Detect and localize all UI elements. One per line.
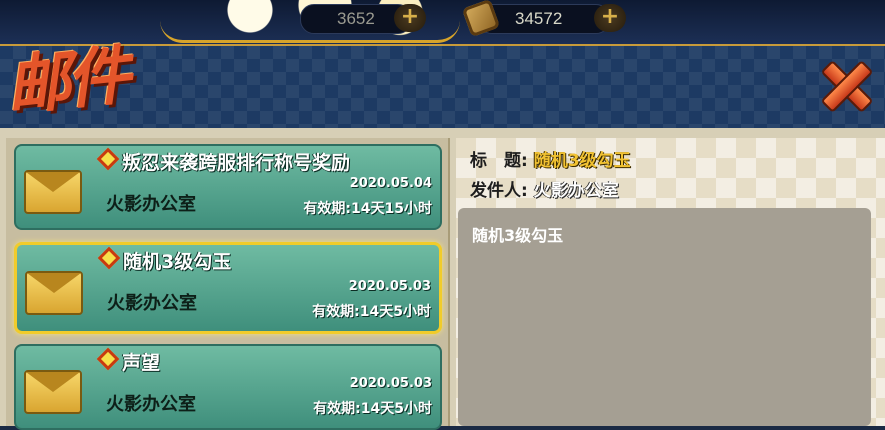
mail-item[interactable]: 声望 火影办公室 2020.05.03 有效期:14天5小时 — [14, 344, 442, 430]
mail-item-title: 声望 — [96, 347, 160, 375]
diamond-icon — [96, 347, 120, 371]
currency-2-add-button[interactable]: + — [594, 4, 626, 32]
detail-title-row: 标 题: 随机3级勾玉 — [470, 146, 631, 171]
detail-sender-value: 火影办公室 — [533, 181, 619, 201]
currency-2-value: 34572 — [515, 9, 563, 28]
mail-item-expiry: 有效期:14天15小时 — [303, 201, 432, 217]
mail-item[interactable]: 叛忍来袭跨服排行称号奖励 火影办公室 2020.05.04 有效期:14天15小… — [14, 144, 442, 230]
mail-item-date: 2020.05.03 — [349, 376, 432, 391]
mail-item-sender: 火影办公室 — [106, 194, 196, 215]
detail-sender-label: 发件人: — [470, 181, 528, 201]
detail-sender-row: 发件人: 火影办公室 — [470, 176, 619, 201]
currency-1-value: 3652 — [337, 9, 375, 28]
envelope-icon — [25, 271, 83, 315]
mail-item-title: 随机3级勾玉 — [97, 246, 231, 274]
mail-detail: 标 题: 随机3级勾玉 发件人: 火影办公室 随机3级勾玉 — [456, 138, 885, 426]
mail-item-sender: 火影办公室 — [106, 394, 196, 415]
diamond-icon — [96, 147, 120, 171]
mail-list[interactable]: 叛忍来袭跨服排行称号奖励 火影办公室 2020.05.04 有效期:14天15小… — [6, 138, 450, 430]
mail-content-box: 随机3级勾玉 — [458, 208, 871, 426]
window-header — [0, 44, 885, 131]
envelope-icon — [24, 370, 82, 414]
mail-item-sender: 火影办公室 — [107, 293, 197, 314]
currency-bar: 3652 + 34572 + — [0, 0, 885, 44]
envelope-icon — [24, 170, 82, 214]
currency-2-display: 34572 — [478, 4, 610, 34]
detail-title-label: 标 题: — [470, 151, 528, 171]
detail-title-value: 随机3级勾玉 — [533, 151, 631, 171]
page-title: 邮件 — [2, 37, 131, 126]
mail-item-expiry: 有效期:14天5小时 — [312, 304, 431, 320]
diamond-icon — [97, 246, 121, 270]
mail-content-text: 随机3级勾玉 — [472, 226, 564, 245]
mail-item-date: 2020.05.04 — [349, 176, 432, 191]
mail-item-title: 叛忍来袭跨服排行称号奖励 — [96, 147, 350, 175]
mail-item-date: 2020.05.03 — [348, 279, 431, 294]
mail-panel: 叛忍来袭跨服排行称号奖励 火影办公室 2020.05.04 有效期:14天15小… — [0, 128, 885, 430]
mail-item-selected[interactable]: 随机3级勾玉 火影办公室 2020.05.03 有效期:14天5小时 — [14, 242, 442, 334]
mail-item-expiry: 有效期:14天5小时 — [313, 401, 432, 417]
close-button[interactable] — [812, 52, 876, 116]
currency-1-add-button[interactable]: + — [394, 4, 426, 32]
